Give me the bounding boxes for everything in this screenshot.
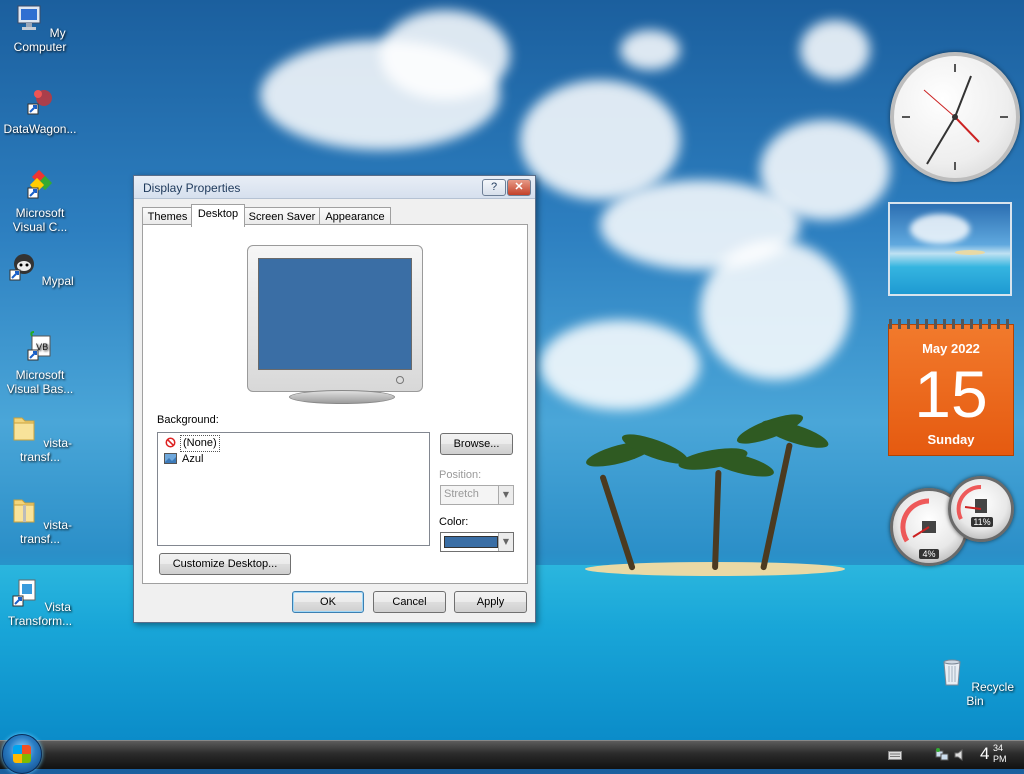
calendar-weekday: Sunday bbox=[927, 432, 975, 447]
clock-gadget[interactable] bbox=[890, 52, 1020, 182]
slideshow-image bbox=[890, 204, 1010, 294]
monitor-stand bbox=[289, 390, 395, 404]
slideshow-gadget[interactable] bbox=[888, 202, 1012, 296]
calendar-month: May 2022 bbox=[922, 341, 980, 356]
image-file-icon bbox=[164, 453, 177, 464]
customize-desktop-button[interactable]: Customize Desktop... bbox=[159, 553, 291, 575]
desktop-icon-label: DataWagon... bbox=[3, 122, 77, 136]
ok-button[interactable]: OK bbox=[292, 591, 364, 613]
desktop-icon-vista-transform[interactable]: Vista Transform... bbox=[0, 576, 80, 628]
folder-icon bbox=[13, 417, 35, 441]
visual-basic-icon: VB bbox=[27, 331, 51, 361]
visual-c-icon bbox=[27, 169, 53, 199]
desktop-icon-label: Microsoft Visual C... bbox=[12, 206, 68, 234]
position-select[interactable]: Stretch ▼ bbox=[440, 485, 514, 505]
desktop-icon-visual-c[interactable]: Microsoft Visual C... bbox=[0, 168, 80, 234]
desktop-icon-datawagon[interactable]: DataWagon... bbox=[0, 84, 80, 136]
color-picker[interactable]: ▼ bbox=[440, 532, 514, 552]
list-item-label: Azul bbox=[182, 453, 204, 465]
taskbar-clock-hour[interactable]: 4 bbox=[980, 744, 989, 764]
monitor-preview-screen bbox=[258, 258, 412, 370]
zip-folder-icon bbox=[13, 499, 35, 523]
desktop-icon-recycle-bin[interactable]: Recycle Bin bbox=[935, 656, 1015, 708]
memory-gauge-icon bbox=[956, 484, 987, 520]
color-swatch bbox=[444, 536, 498, 548]
list-item-label: (None) bbox=[180, 435, 220, 452]
taskbar: 4 34 PM bbox=[0, 734, 1024, 774]
windows-logo-icon bbox=[13, 745, 31, 763]
computer-icon bbox=[17, 5, 41, 30]
monitor-preview bbox=[247, 245, 423, 392]
list-item[interactable]: (None) bbox=[164, 435, 220, 452]
dialog-titlebar[interactable]: Display Properties ? ✕ bbox=[134, 176, 535, 199]
installer-icon bbox=[12, 579, 36, 607]
memory-percent: 11% bbox=[971, 517, 993, 527]
recycle-bin-icon bbox=[943, 659, 961, 686]
shortcut-icon bbox=[27, 90, 52, 115]
help-button[interactable]: ? bbox=[482, 179, 506, 196]
browse-button[interactable]: Browse... bbox=[440, 433, 513, 455]
desktop-icon-mypal[interactable]: Mypal bbox=[0, 250, 80, 288]
color-label: Color: bbox=[439, 516, 469, 528]
desktop-icon-label: Recycle Bin bbox=[966, 680, 1015, 708]
volume-icon[interactable] bbox=[953, 748, 967, 762]
desktop-icon-my-computer[interactable]: My Computer bbox=[0, 2, 80, 54]
desktop-icon-vista-transf-zip[interactable]: vista-transf... bbox=[0, 494, 80, 546]
background-listbox[interactable]: (None) Azul bbox=[157, 432, 430, 546]
memory-meter-gadget[interactable]: 11% bbox=[948, 476, 1014, 542]
calendar-gadget[interactable]: May 2022 15 Sunday bbox=[888, 319, 1014, 456]
taskbar-clock-ampm[interactable]: PM bbox=[993, 754, 1007, 764]
desktop-icon-label: Mypal bbox=[41, 274, 74, 288]
cpu-percent: 4% bbox=[919, 549, 939, 559]
apply-button[interactable]: Apply bbox=[454, 591, 527, 613]
desktop-icon-vista-transf-folder[interactable]: vista-transf... bbox=[0, 412, 80, 464]
position-label: Position: bbox=[439, 469, 482, 481]
list-item[interactable]: Azul bbox=[164, 452, 205, 467]
close-button[interactable]: ✕ bbox=[507, 179, 531, 196]
desktop-icon-label: Microsoft Visual Bas... bbox=[6, 368, 74, 396]
desktop-icon-visual-basic[interactable]: VB Microsoft Visual Bas... bbox=[0, 330, 80, 396]
cancel-button[interactable]: Cancel bbox=[373, 591, 446, 613]
network-icon[interactable] bbox=[935, 748, 949, 762]
browser-icon bbox=[9, 254, 35, 281]
clock-face-icon bbox=[902, 64, 1008, 170]
desktop-tab-panel: Background: (None) Azul Browse... Positi… bbox=[142, 224, 528, 584]
position-value: Stretch bbox=[444, 488, 479, 500]
dialog-title: Display Properties bbox=[143, 181, 241, 195]
display-properties-dialog: Display Properties ? ✕ Themes Desktop Sc… bbox=[133, 175, 536, 623]
monitor-power-icon bbox=[396, 376, 404, 384]
keyboard-icon[interactable] bbox=[888, 748, 902, 762]
start-button[interactable] bbox=[2, 734, 42, 774]
none-icon bbox=[165, 437, 176, 448]
calendar-day: 15 bbox=[914, 357, 988, 431]
taskbar-clock-minutes[interactable]: 34 bbox=[993, 743, 1003, 753]
calendar-rings bbox=[889, 319, 1013, 329]
chevron-down-icon: ▼ bbox=[498, 486, 513, 504]
tab-desktop[interactable]: Desktop bbox=[191, 204, 245, 227]
chevron-down-icon: ▼ bbox=[498, 533, 513, 551]
background-label: Background: bbox=[157, 414, 219, 426]
